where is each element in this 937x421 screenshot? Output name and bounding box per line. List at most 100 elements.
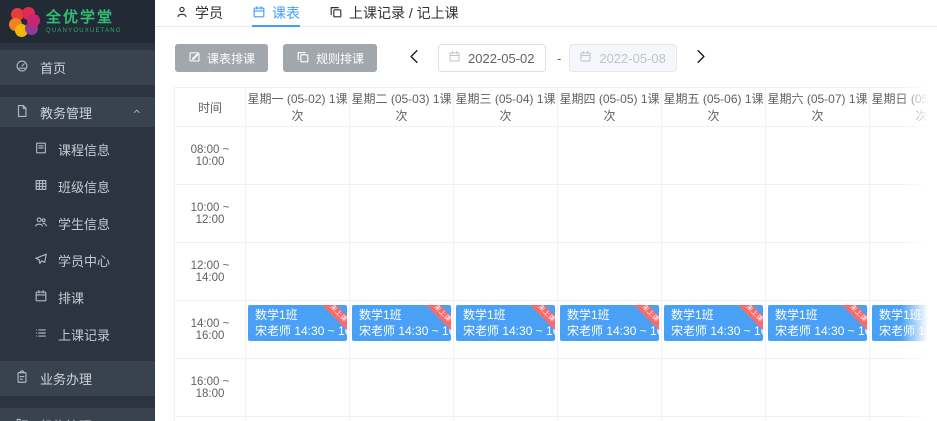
day-cell[interactable] (870, 127, 937, 185)
paper-plane-icon (34, 252, 48, 269)
class-card[interactable]: 数学1班宋老师 14:30 ~ 16:30未上课 (768, 305, 867, 341)
time-cell: 14:00 ~ 16:00 (175, 301, 246, 359)
time-cell: 16:00 ~ 18:00 (175, 359, 246, 417)
day-cell[interactable] (454, 127, 558, 185)
timetable-scheduling-button[interactable]: 课表排课 (175, 44, 268, 72)
day-cell[interactable] (766, 359, 870, 417)
timetable-row: 16:00 ~ 18:00 (175, 359, 937, 417)
day-cell[interactable]: 数学1班宋老师 14:30 ~ 16:30未上课 (454, 301, 558, 359)
day-cell[interactable]: 数学1班宋老师 14:30 ~ 16:30未上课 (558, 301, 662, 359)
class-card[interactable]: 数学1班宋老师 14:30 ~ 16:30未上课 (248, 305, 347, 341)
day-cell[interactable] (558, 243, 662, 301)
tab-class-records[interactable]: 上课记录 / 记上课 (329, 0, 459, 26)
sidebar-item-class-info[interactable]: 班级信息 (0, 168, 155, 205)
day-cell[interactable] (662, 243, 766, 301)
sidebar-item-home[interactable]: 首页 (0, 50, 155, 85)
book-icon (34, 141, 48, 158)
copy-icon (296, 50, 310, 67)
logo-title: 全优学堂 (46, 10, 122, 26)
tab-timetable[interactable]: 课表 (252, 0, 300, 26)
class-card[interactable]: 数学1班宋老师 14:30 ~ 16:30未上课 (664, 305, 763, 341)
sidebar-item-scheduling[interactable]: 排课 (0, 279, 155, 316)
sidebar-item-course-info[interactable]: 课程信息 (0, 131, 155, 168)
day-cell[interactable] (454, 417, 558, 421)
day-cell[interactable] (870, 417, 937, 421)
column-header: 星期一 (05-02) 1课次 (246, 88, 350, 127)
date-navigator: 2022-05-02 - 2022-05-08 (402, 44, 713, 72)
prev-week-button[interactable] (402, 48, 427, 68)
day-cell[interactable] (766, 243, 870, 301)
logo-text: 全优学堂 QUANYOUXUETANG (46, 10, 122, 34)
tab-label: 上课记录 / 记上课 (349, 3, 459, 23)
day-cell[interactable]: 数学1班宋老师 14:30 ~ 16:30未上课 (662, 301, 766, 359)
day-cell[interactable] (350, 359, 454, 417)
sidebar-item-member-center[interactable]: 学员中心 (0, 242, 155, 279)
chevron-left-icon (406, 48, 423, 68)
main-content: 学员课表上课记录 / 记上课 课表排课 规则排课 2022-05-02 - (155, 0, 937, 421)
day-cell[interactable] (246, 243, 350, 301)
day-cell[interactable] (246, 127, 350, 185)
day-cell[interactable] (870, 243, 937, 301)
day-cell[interactable] (454, 243, 558, 301)
day-cell[interactable] (350, 243, 454, 301)
day-cell[interactable] (870, 185, 937, 243)
day-cell[interactable] (454, 359, 558, 417)
sidebar-item-academic-management[interactable]: 教务管理 (0, 97, 155, 127)
timetable-row: 08:00 ~ 10:00 (175, 127, 937, 185)
day-cell[interactable] (558, 359, 662, 417)
column-header: 星期六 (05-07) 1课次 (766, 88, 870, 127)
day-cell[interactable] (246, 359, 350, 417)
day-cell[interactable] (246, 417, 350, 421)
class-teacher-time: 宋老师 14:30 ~ 16:30 (879, 323, 937, 339)
day-cell[interactable] (662, 127, 766, 185)
grid-icon (34, 178, 48, 195)
day-cell[interactable] (662, 417, 766, 421)
day-cell[interactable]: 数学1班宋老师 14:30 ~ 16:30未上课 (870, 301, 937, 359)
day-cell[interactable] (766, 127, 870, 185)
day-cell[interactable] (558, 127, 662, 185)
submenu-academic-management: 课程信息班级信息学生信息学员中心排课上课记录 (0, 127, 155, 361)
button-label: 规则排课 (316, 50, 364, 67)
day-cell[interactable] (246, 185, 350, 243)
class-card[interactable]: 数学1班宋老师 14:30 ~ 16:30未上课 (352, 305, 451, 341)
person-icon (175, 5, 189, 22)
day-cell[interactable] (350, 417, 454, 421)
day-cell[interactable] (558, 417, 662, 421)
class-card[interactable]: 数学1班宋老师 14:30 ~ 16:30未上课 (456, 305, 555, 341)
class-card[interactable]: 数学1班宋老师 14:30 ~ 16:30未上课 (560, 305, 659, 341)
next-week-button[interactable] (688, 48, 713, 68)
time-cell: 10:00 ~ 12:00 (175, 185, 246, 243)
sidebar-item-label: 首页 (40, 58, 66, 77)
day-cell[interactable] (870, 359, 937, 417)
sidebar-item-organization[interactable]: 机构管理 (0, 408, 155, 421)
class-teacher-time: 宋老师 14:30 ~ 16:30 (671, 323, 763, 339)
sidebar-item-student-info[interactable]: 学生信息 (0, 205, 155, 242)
column-header: 时间 (175, 88, 246, 127)
sidebar-item-class-records[interactable]: 上课记录 (0, 316, 155, 353)
class-teacher-time: 宋老师 14:30 ~ 16:30 (255, 323, 347, 339)
day-cell[interactable] (766, 417, 870, 421)
sidebar-item-label: 业务办理 (40, 369, 92, 388)
end-date-input[interactable]: 2022-05-08 (569, 44, 677, 72)
class-teacher-time: 宋老师 14:30 ~ 16:30 (567, 323, 659, 339)
start-date-input[interactable]: 2022-05-02 (438, 44, 546, 72)
day-cell[interactable] (766, 185, 870, 243)
day-cell[interactable] (558, 185, 662, 243)
sidebar-item-label: 学生信息 (58, 214, 110, 233)
day-cell[interactable] (350, 127, 454, 185)
day-cell[interactable] (350, 185, 454, 243)
day-cell[interactable] (454, 185, 558, 243)
day-cell[interactable]: 数学1班宋老师 14:30 ~ 16:30未上课 (766, 301, 870, 359)
calendar-icon (252, 5, 266, 22)
day-cell[interactable]: 数学1班宋老师 14:30 ~ 16:30未上课 (246, 301, 350, 359)
column-header: 星期二 (05-03) 1课次 (350, 88, 454, 127)
tab-members[interactable]: 学员 (175, 0, 223, 26)
sidebar-item-label: 班级信息 (58, 177, 110, 196)
day-cell[interactable]: 数学1班宋老师 14:30 ~ 16:30未上课 (350, 301, 454, 359)
day-cell[interactable] (662, 185, 766, 243)
rule-scheduling-button[interactable]: 规则排课 (283, 44, 377, 72)
day-cell[interactable] (662, 359, 766, 417)
class-card[interactable]: 数学1班宋老师 14:30 ~ 16:30未上课 (872, 305, 937, 341)
timetable-row: 12:00 ~ 14:00 (175, 243, 937, 301)
sidebar-item-business[interactable]: 业务办理 (0, 361, 155, 396)
